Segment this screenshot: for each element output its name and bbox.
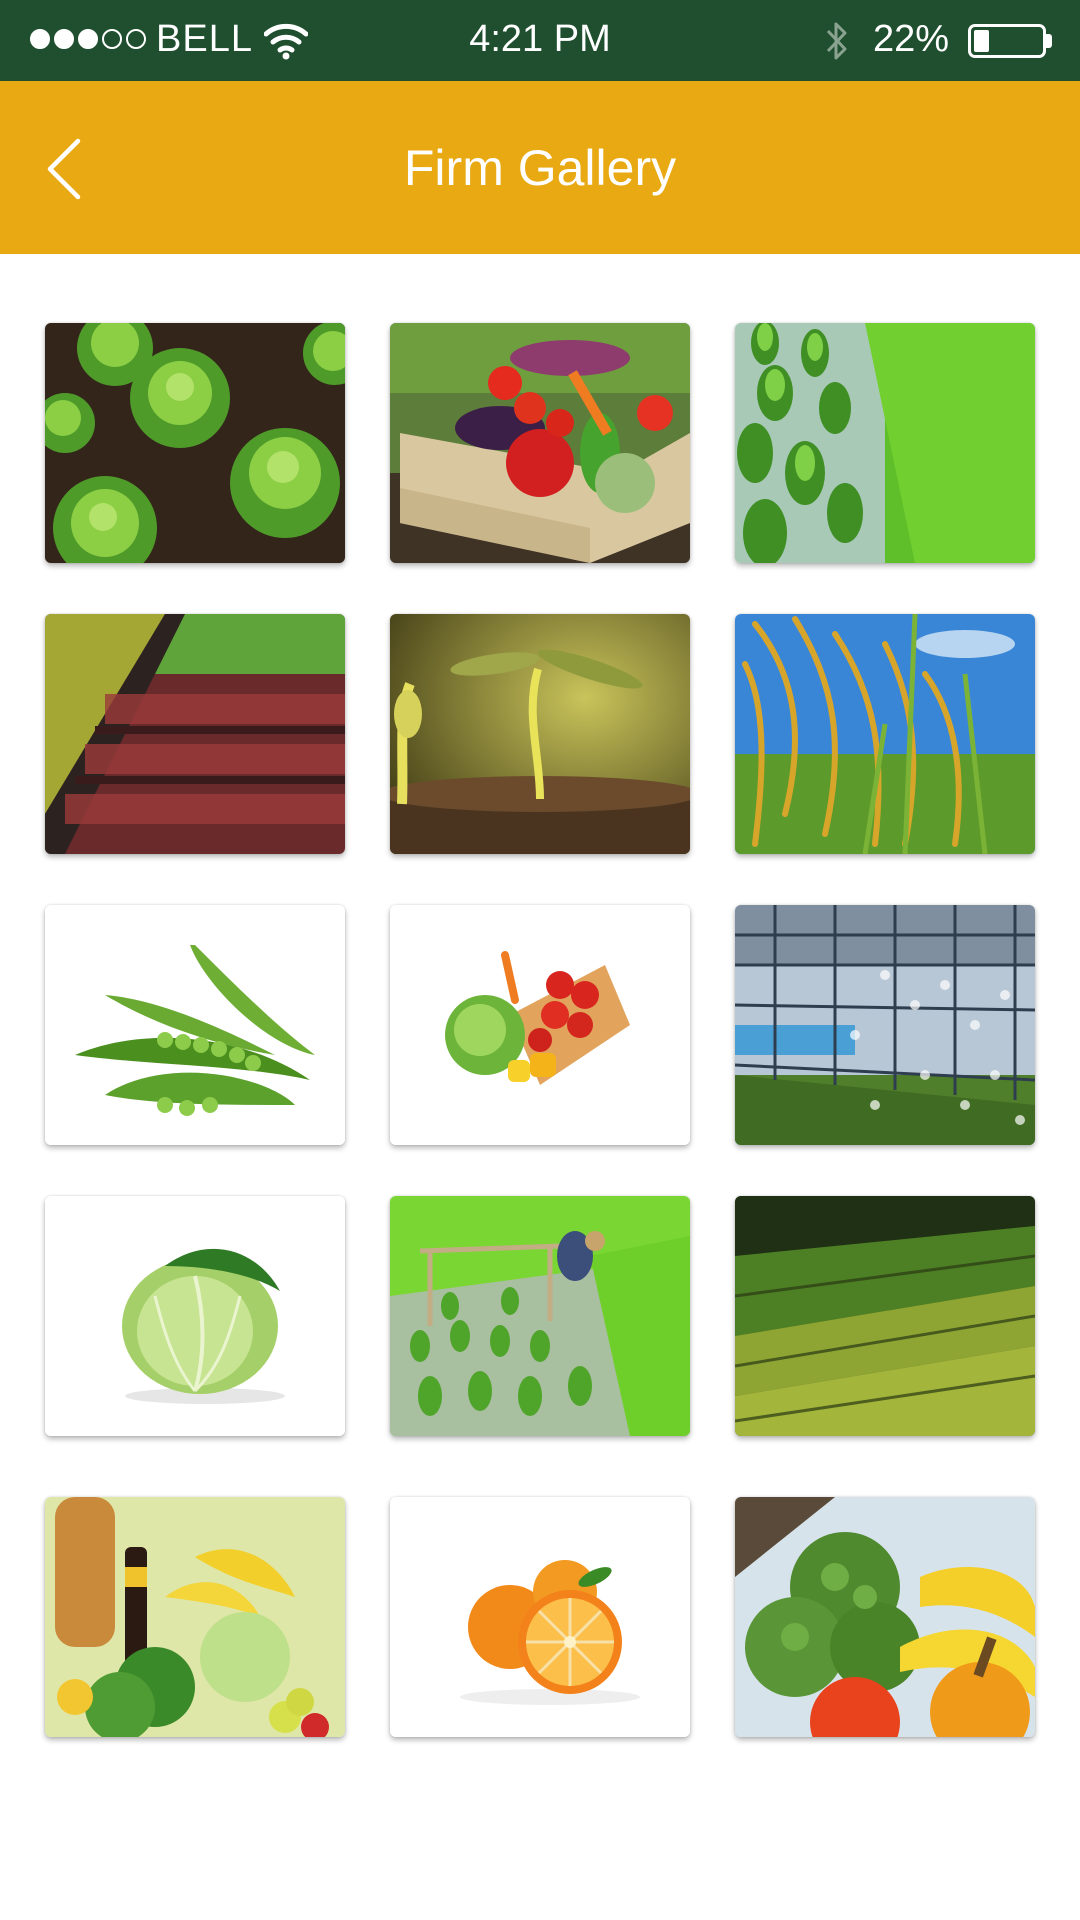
greenhouse-photo[interactable] [735, 905, 1035, 1145]
status-bar: BELL 4:21 PM 22% [0, 0, 1080, 81]
green-peas-photo[interactable] [45, 905, 345, 1145]
rice-ears-photo[interactable] [735, 614, 1035, 854]
gallery-grid [45, 323, 1035, 1737]
battery-tip [1046, 34, 1052, 48]
vegetable-basket-photo[interactable] [390, 905, 690, 1145]
rice-paddy-photo[interactable] [735, 323, 1035, 563]
battery-icon [968, 24, 1046, 58]
farmer-planting-rice-photo[interactable] [390, 1196, 690, 1436]
oranges-photo[interactable] [390, 1497, 690, 1737]
broccoli-fruits-photo[interactable] [735, 1497, 1035, 1737]
app-header: Firm Gallery [0, 81, 1080, 254]
plant-nursery-field-photo[interactable] [735, 1196, 1035, 1436]
cabbage-photo[interactable] [45, 1196, 345, 1436]
seedling-sprout-photo[interactable] [390, 614, 690, 854]
vegetable-crate-photo[interactable] [390, 323, 690, 563]
page-title: Firm Gallery [403, 140, 677, 196]
groceries-assortment-photo[interactable] [45, 1497, 345, 1737]
battery-percentage: 22% [873, 18, 950, 60]
bluetooth-icon [826, 22, 847, 60]
lettuce-field-photo[interactable] [45, 323, 345, 563]
coleus-nursery-photo[interactable] [45, 614, 345, 854]
